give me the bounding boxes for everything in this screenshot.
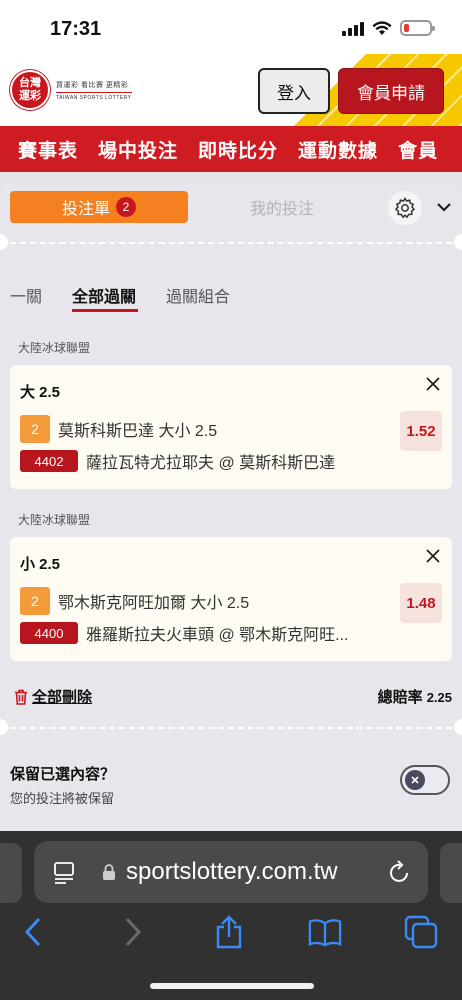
home-indicator[interactable] — [150, 983, 314, 989]
reader-icon[interactable] — [52, 860, 76, 884]
nav-item-live-score[interactable]: 即時比分 — [198, 136, 278, 163]
bet-count-badge: 2 — [116, 197, 136, 217]
forward-icon[interactable] — [116, 915, 150, 949]
mode-tabs: 一關 全部過關 過關組合 — [0, 281, 462, 317]
wifi-icon — [372, 21, 392, 35]
keep-selections-toggle[interactable] — [400, 765, 450, 795]
league-label: 大陸冰球聯盟 — [18, 513, 91, 527]
game-code-badge: 4402 — [20, 450, 78, 472]
trash-icon — [15, 689, 27, 705]
close-icon[interactable] — [424, 547, 442, 565]
chevron-down-icon[interactable] — [434, 197, 454, 217]
register-button[interactable]: 會員申請 — [338, 68, 444, 114]
active-tab-indicator — [72, 309, 138, 312]
nav-item-member[interactable]: 會員 — [398, 136, 438, 163]
tab-single[interactable]: 一關 — [10, 283, 42, 307]
divider — [0, 242, 462, 244]
reload-icon[interactable] — [388, 859, 412, 885]
total-odds-label: 總賠率 — [377, 689, 423, 706]
total-odds: 總賠率 2.25 — [378, 686, 452, 707]
site-logo[interactable]: 台灣 運彩 買運彩 看比賽 更精彩 TAIWAN SPORTS LOTTERY — [10, 70, 132, 110]
main-nav: 賽事表 場中投注 即時比分 運動數據 會員 — [0, 126, 462, 172]
status-time: 17:31 — [50, 18, 102, 40]
site-header: 台灣 運彩 買運彩 看比賽 更精彩 TAIWAN SPORTS LOTTERY 登… — [0, 54, 462, 126]
toggle-knob — [405, 770, 425, 790]
selection-card: 大 2.5 2 莫斯科斯巴達 大小 2.5 4402 薩拉瓦特尤拉耶夫 @ 莫斯… — [10, 365, 452, 489]
league-label: 大陸冰球聯盟 — [18, 341, 91, 355]
signal-icon — [342, 20, 364, 36]
nav-item-live-betting[interactable]: 場中投注 — [98, 136, 178, 163]
tab-betslip[interactable]: 投注單 2 — [10, 191, 188, 223]
keep-selections-subtitle: 您的投注將被保留 — [10, 791, 115, 806]
battery-icon — [400, 20, 435, 36]
keep-selections-title: 保留已選內容？ — [10, 766, 116, 783]
previous-tab[interactable] — [0, 843, 22, 903]
match-name: 雅羅斯拉夫火車頭 @ 鄂木斯克阿旺... — [86, 627, 349, 644]
gear-icon[interactable] — [388, 191, 422, 225]
lock-icon — [103, 864, 115, 880]
betslip-panel: 投注單 2 我的投注 一關 全部過關 過關組合 大陸冰球聯盟 大 2.5 2 莫… — [0, 181, 462, 831]
next-tab[interactable] — [440, 843, 462, 903]
logo-english: TAIWAN SPORTS LOTTERY — [56, 91, 132, 101]
back-icon[interactable] — [16, 915, 50, 949]
market-name: 莫斯科斯巴達 大小 2.5 — [58, 423, 218, 440]
delete-all-label: 全部刪除 — [32, 689, 93, 706]
share-icon[interactable] — [212, 915, 246, 949]
logo-tagline: 買運彩 看比賽 更精彩 — [56, 81, 129, 89]
tabs-icon[interactable] — [404, 915, 438, 949]
nav-item-schedule[interactable]: 賽事表 — [18, 136, 78, 163]
nav-item-sports-data[interactable]: 運動數據 — [298, 136, 378, 163]
divider — [0, 727, 462, 729]
selection-number-badge: 2 — [20, 587, 50, 615]
selection-title: 大 2.5 — [20, 384, 61, 401]
address-bar[interactable]: sportslottery.com.tw — [34, 841, 428, 903]
status-icons — [342, 20, 435, 36]
selection-card: 小 2.5 2 鄂木斯克阿旺加爾 大小 2.5 4400 雅羅斯拉夫火車頭 @ … — [10, 537, 452, 661]
tab-my-bets[interactable]: 我的投注 — [196, 191, 368, 223]
market-name: 鄂木斯克阿旺加爾 大小 2.5 — [58, 595, 250, 612]
odds-value: 1.48 — [400, 583, 442, 623]
odds-value: 1.52 — [400, 411, 442, 451]
tab-all-parlay[interactable]: 全部過關 — [72, 283, 136, 307]
match-name: 薩拉瓦特尤拉耶夫 @ 莫斯科斯巴達 — [86, 455, 336, 472]
logo-badge: 台灣 運彩 — [10, 70, 50, 110]
url-text: sportslottery.com.tw — [126, 858, 338, 885]
game-code-badge: 4400 — [20, 622, 78, 644]
total-odds-value: 2.25 — [426, 690, 452, 705]
delete-all-button[interactable]: 全部刪除 — [14, 686, 92, 707]
tab-parlay-combo[interactable]: 過關組合 — [166, 283, 230, 307]
selection-number-badge: 2 — [20, 415, 50, 443]
close-icon[interactable] — [424, 375, 442, 393]
browser-toolbar: sportslottery.com.tw — [0, 831, 462, 1000]
bookmarks-icon[interactable] — [308, 915, 342, 949]
login-button[interactable]: 登入 — [258, 68, 330, 114]
selection-title: 小 2.5 — [20, 556, 61, 573]
status-bar: 17:31 — [0, 0, 462, 54]
